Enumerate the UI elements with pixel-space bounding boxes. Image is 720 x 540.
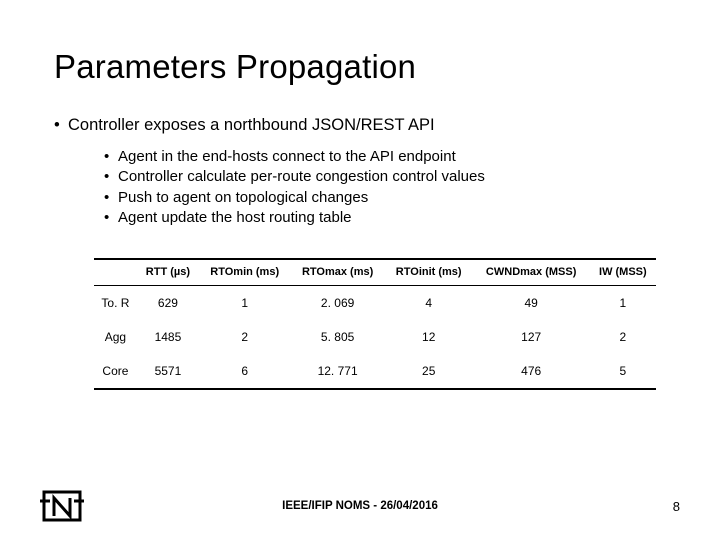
- cell: 12: [385, 320, 473, 354]
- cell: 2: [590, 320, 656, 354]
- col-header: RTOmax (ms): [290, 259, 384, 285]
- cell: 5571: [137, 354, 199, 389]
- sub-bullet: Push to agent on topological changes: [104, 188, 666, 208]
- cell: 12. 771: [290, 354, 384, 389]
- cell: 1: [199, 285, 290, 320]
- col-header: [94, 259, 137, 285]
- logo-icon: [40, 488, 84, 524]
- col-header: RTT (µs): [137, 259, 199, 285]
- sub-bullet: Controller calculate per-route congestio…: [104, 167, 666, 187]
- sub-bullet: Agent update the host routing table: [104, 208, 666, 228]
- page-number: 8: [673, 499, 680, 514]
- cell: 2. 069: [290, 285, 384, 320]
- sub-bullet-list: Agent in the end-hosts connect to the AP…: [54, 147, 666, 228]
- row-label: Core: [94, 354, 137, 389]
- cell: 5. 805: [290, 320, 384, 354]
- cell: 629: [137, 285, 199, 320]
- footer-text: IEEE/IFIP NOMS - 26/04/2016: [282, 500, 438, 512]
- footer: IEEE/IFIP NOMS - 26/04/2016 8: [0, 488, 720, 524]
- col-header: IW (MSS): [590, 259, 656, 285]
- col-header: RTOmin (ms): [199, 259, 290, 285]
- slide-title: Parameters Propagation: [54, 48, 666, 86]
- cell: 49: [473, 285, 590, 320]
- table-row: Agg 1485 2 5. 805 12 127 2: [94, 320, 656, 354]
- bullet-main: Controller exposes a northbound JSON/RES…: [54, 116, 666, 135]
- cell: 1: [590, 285, 656, 320]
- cell: 476: [473, 354, 590, 389]
- table-row: Core 5571 6 12. 771 25 476 5: [94, 354, 656, 389]
- sub-bullet: Agent in the end-hosts connect to the AP…: [104, 147, 666, 167]
- col-header: CWNDmax (MSS): [473, 259, 590, 285]
- row-label: To. R: [94, 285, 137, 320]
- cell: 2: [199, 320, 290, 354]
- cell: 127: [473, 320, 590, 354]
- cell: 5: [590, 354, 656, 389]
- col-header: RTOinit (ms): [385, 259, 473, 285]
- parameters-table: RTT (µs) RTOmin (ms) RTOmax (ms) RTOinit…: [54, 258, 666, 390]
- table-header-row: RTT (µs) RTOmin (ms) RTOmax (ms) RTOinit…: [94, 259, 656, 285]
- cell: 25: [385, 354, 473, 389]
- table-row: To. R 629 1 2. 069 4 49 1: [94, 285, 656, 320]
- cell: 6: [199, 354, 290, 389]
- cell: 4: [385, 285, 473, 320]
- row-label: Agg: [94, 320, 137, 354]
- cell: 1485: [137, 320, 199, 354]
